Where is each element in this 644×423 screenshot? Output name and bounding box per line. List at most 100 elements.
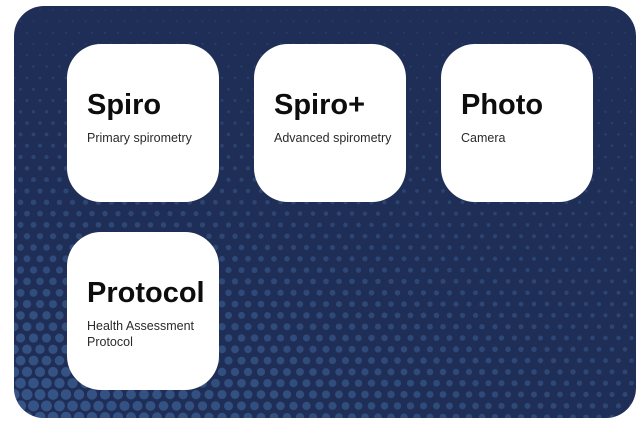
background-dot xyxy=(629,380,634,386)
background-dot xyxy=(591,178,594,182)
background-dot xyxy=(387,390,395,399)
background-dot xyxy=(421,200,426,205)
background-dot xyxy=(69,221,76,228)
background-dot xyxy=(635,415,636,418)
background-dot xyxy=(617,155,620,159)
background-dot xyxy=(624,54,626,57)
background-dot xyxy=(76,210,82,217)
background-dot xyxy=(38,121,42,125)
background-dot xyxy=(377,31,379,34)
background-dot xyxy=(596,369,602,375)
background-dot xyxy=(126,389,136,400)
background-dot xyxy=(16,266,25,274)
background-dot xyxy=(584,234,588,238)
background-dot xyxy=(531,346,537,352)
background-dot xyxy=(603,335,608,341)
background-dot xyxy=(291,222,296,228)
tile-photo[interactable]: Photo Camera xyxy=(441,44,593,202)
background-dot xyxy=(609,324,615,329)
background-dot xyxy=(342,267,349,273)
background-dot xyxy=(394,267,401,273)
background-dot xyxy=(14,277,18,286)
background-dot xyxy=(533,31,535,34)
background-dot xyxy=(328,379,337,388)
tile-title: Spiro xyxy=(87,89,162,121)
background-dot xyxy=(446,357,453,364)
background-dot xyxy=(15,355,26,366)
background-dot xyxy=(128,210,134,217)
background-dot xyxy=(603,200,608,204)
background-dot xyxy=(245,233,251,239)
background-dot xyxy=(422,42,425,45)
background-dot xyxy=(623,279,627,284)
background-dot xyxy=(269,412,279,418)
background-dot xyxy=(233,143,237,148)
background-dot xyxy=(19,87,22,91)
background-dot xyxy=(230,412,240,418)
background-dot xyxy=(590,200,595,204)
background-dot xyxy=(604,65,607,68)
tile-protocol[interactable]: Protocol Health Assessment Protocol xyxy=(67,232,219,390)
background-dot xyxy=(232,188,238,194)
background-dot xyxy=(390,9,392,11)
background-dot xyxy=(231,345,239,354)
background-dot xyxy=(539,20,542,23)
background-dot xyxy=(357,20,360,23)
background-dot xyxy=(35,344,45,355)
background-dot xyxy=(342,334,349,342)
background-dot xyxy=(32,42,35,45)
background-dot xyxy=(302,356,311,365)
background-dot xyxy=(51,98,55,103)
background-dot xyxy=(603,358,608,364)
background-dot xyxy=(45,20,48,23)
background-dot xyxy=(557,414,563,418)
background-dot xyxy=(597,189,601,193)
background-dot xyxy=(498,357,505,364)
background-dot xyxy=(266,42,269,45)
background-dot xyxy=(141,210,147,217)
background-dot xyxy=(609,302,615,307)
background-dot xyxy=(18,177,23,183)
background-dot xyxy=(231,323,239,331)
background-dot xyxy=(611,31,613,34)
background-dot xyxy=(364,31,366,34)
background-dot xyxy=(316,334,323,342)
background-dot xyxy=(506,234,510,239)
background-dot xyxy=(269,390,279,399)
background-dot xyxy=(97,20,100,23)
background-dot xyxy=(31,154,36,160)
tile-spiro-plus[interactable]: Spiro+ Advanced spirometry xyxy=(254,44,406,202)
background-dot xyxy=(597,256,601,261)
background-dot xyxy=(420,290,427,296)
background-dot xyxy=(435,20,438,23)
background-dot xyxy=(420,334,427,342)
background-dot xyxy=(623,121,627,125)
background-dot xyxy=(264,311,271,319)
background-dot xyxy=(104,9,106,11)
background-dot xyxy=(213,199,218,205)
background-dot xyxy=(14,411,20,418)
background-dot xyxy=(329,267,336,273)
background-dot xyxy=(69,199,76,205)
background-dot xyxy=(132,400,143,411)
background-dot xyxy=(160,222,167,228)
background-dot xyxy=(604,133,607,136)
background-dot xyxy=(206,233,212,239)
background-dot xyxy=(251,222,258,228)
background-dot xyxy=(263,401,272,411)
tile-spiro[interactable]: Spiro Primary spirometry xyxy=(67,44,219,202)
background-dot xyxy=(571,256,575,261)
background-dot xyxy=(23,233,31,240)
background-dot xyxy=(356,245,361,250)
background-dot xyxy=(328,401,337,410)
background-dot xyxy=(251,289,258,297)
background-dot xyxy=(227,42,230,45)
background-dot xyxy=(585,9,587,11)
background-dot xyxy=(525,223,530,227)
background-dot xyxy=(486,290,491,296)
background-dot xyxy=(89,210,95,217)
background-dot xyxy=(108,222,115,228)
background-dot xyxy=(15,333,26,343)
background-dot xyxy=(583,324,589,330)
background-dot xyxy=(403,9,405,11)
